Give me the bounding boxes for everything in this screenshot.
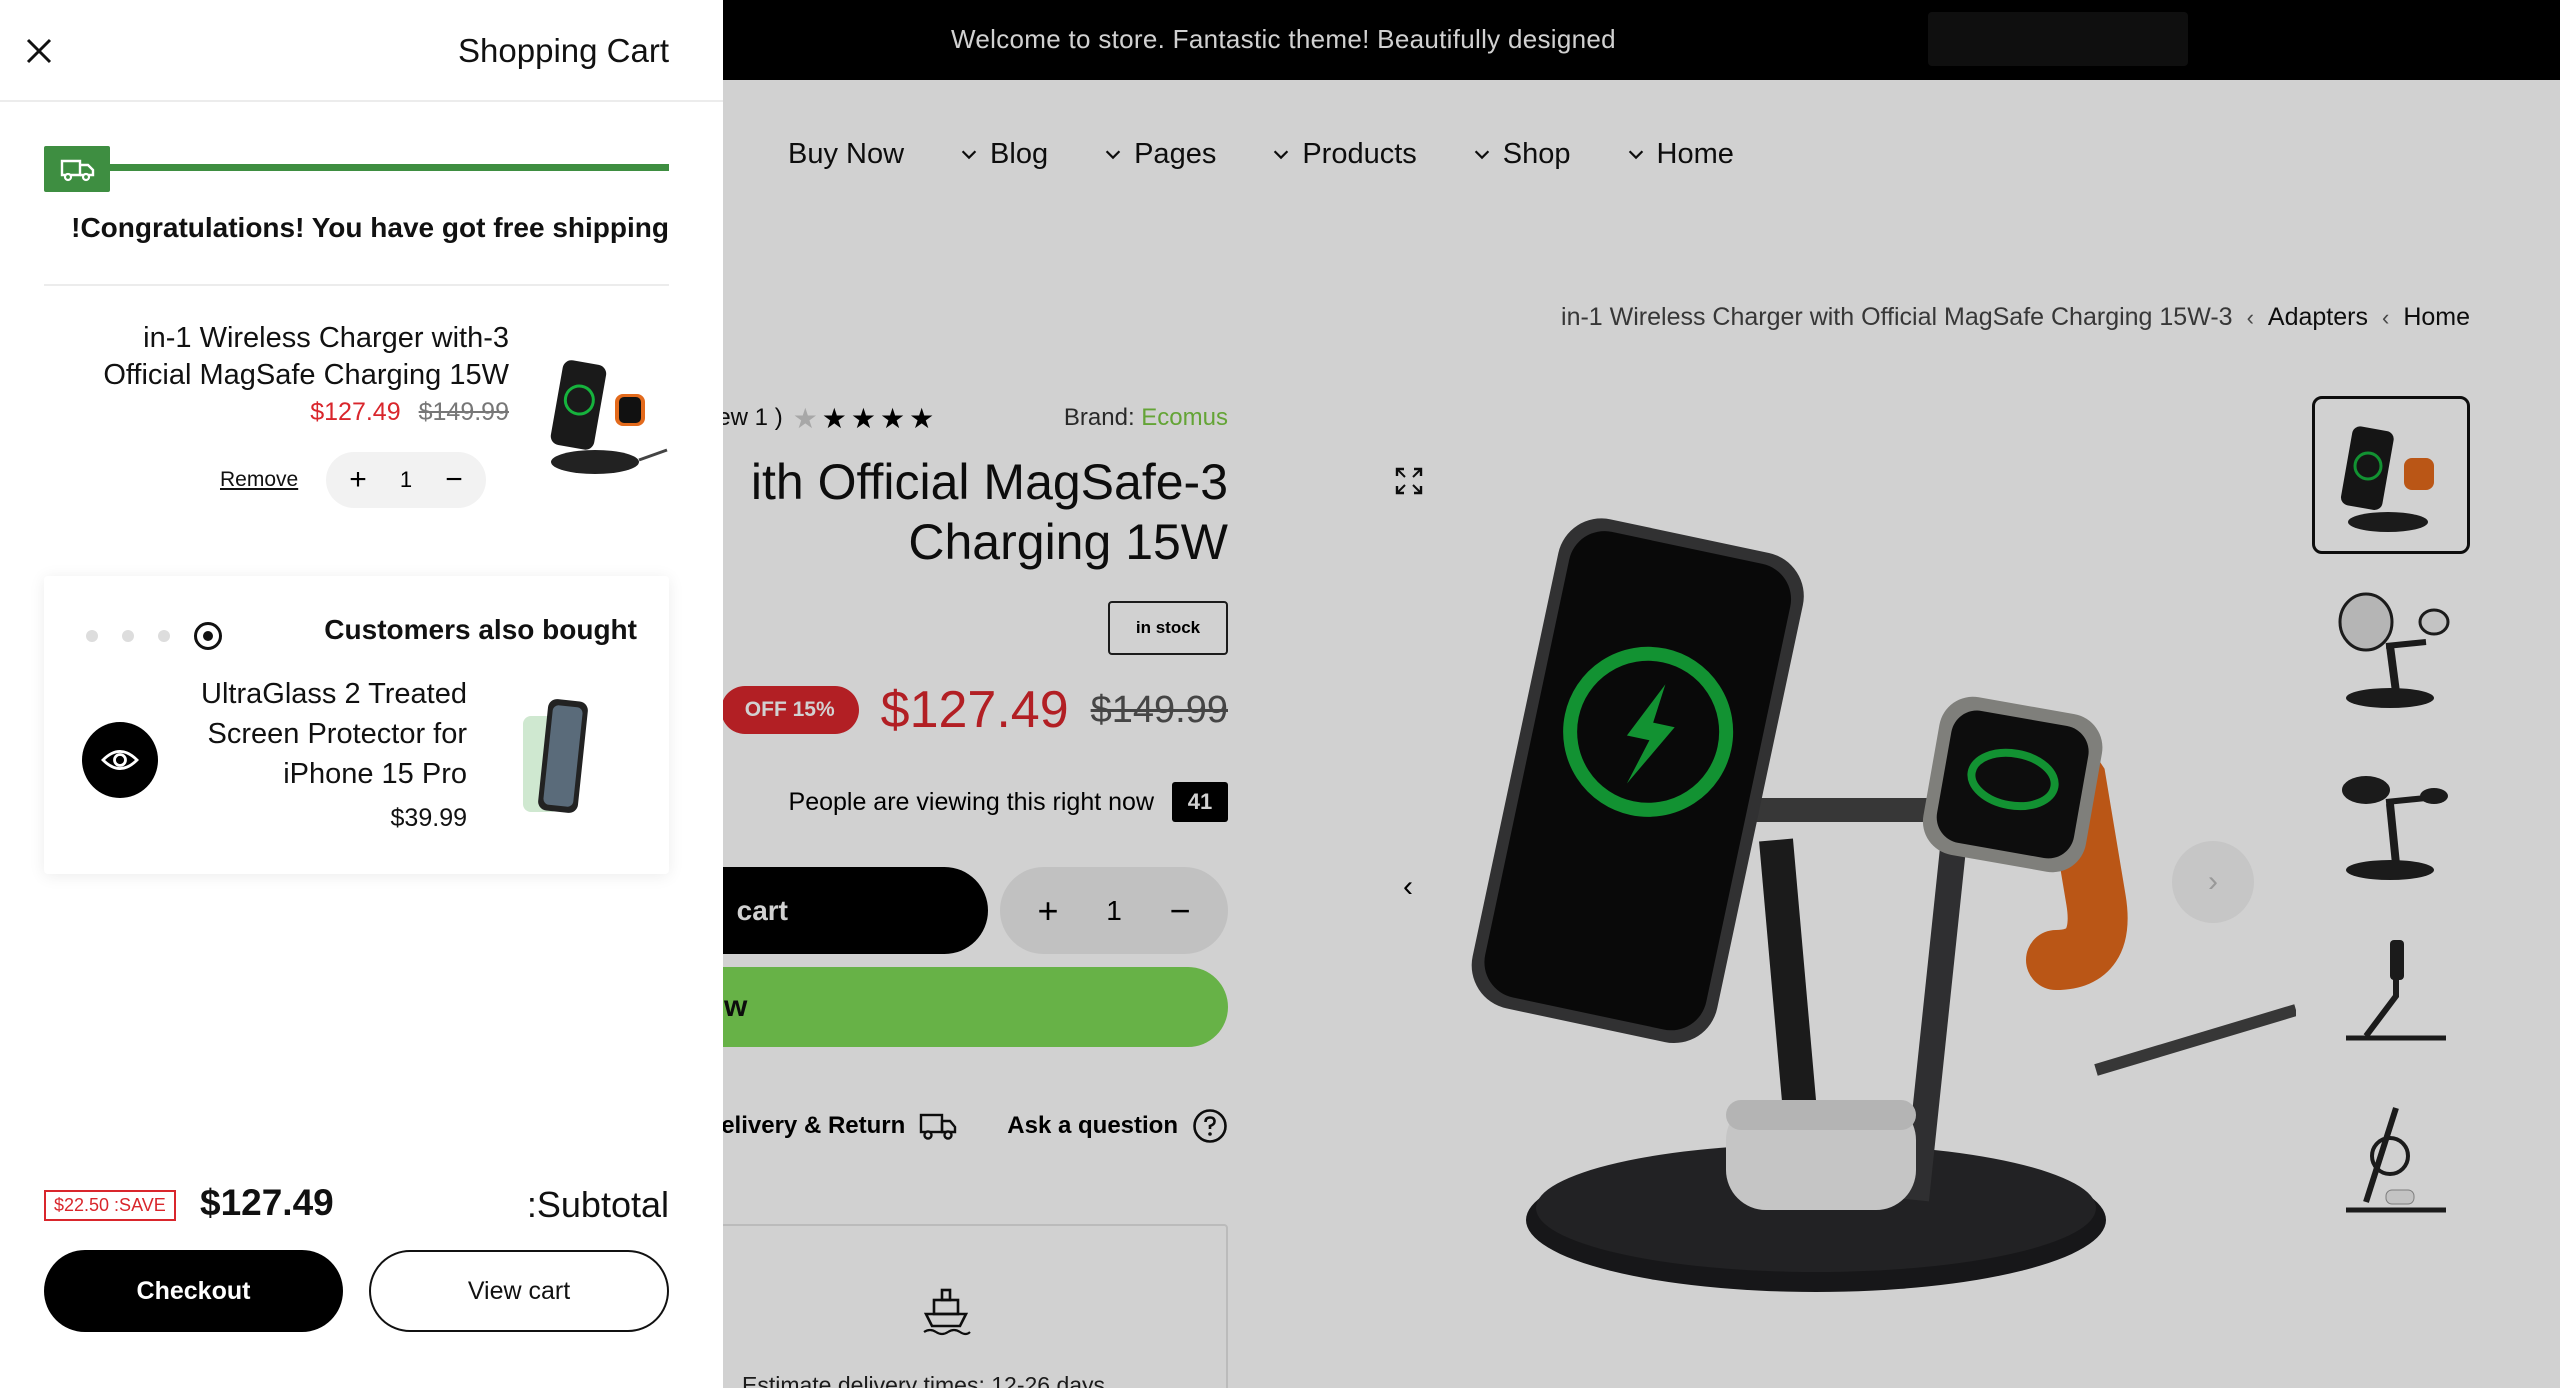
carousel-dot[interactable] (122, 630, 134, 642)
cart-title: Shopping Cart (458, 32, 669, 69)
cart-item-price-row: $127.49 $149.99 (310, 398, 509, 427)
also-bought-panel: Customers also bought UltraGlass 2 Treat… (44, 576, 669, 874)
shipping-progress-bar (108, 164, 669, 171)
cart-item-quantity[interactable]: 1 (400, 467, 412, 493)
also-bought-product-price: $39.99 (390, 804, 467, 832)
cart-item-price: $127.49 (310, 398, 401, 426)
cart-item: in-1 Wireless Charger with-3 Official Ma… (44, 310, 669, 510)
subtotal-label: :Subtotal (526, 1184, 669, 1225)
subtotal-row: $22.50 :SAVE $127.49 :Subtotal (44, 1180, 669, 1230)
cart-item-name[interactable]: in-1 Wireless Charger with-3 Official Ma… (69, 320, 509, 394)
checkout-label: Checkout (136, 1276, 251, 1305)
cart-item-old-price: $149.99 (418, 398, 509, 426)
free-shipping-message: !Congratulations! You have got free ship… (71, 212, 669, 243)
carousel-dot-active[interactable] (194, 622, 222, 650)
cart-item-image[interactable] (529, 342, 669, 482)
view-cart-button[interactable]: View cart (369, 1250, 669, 1332)
remove-item-link[interactable]: Remove (220, 468, 298, 492)
close-icon[interactable] (22, 34, 56, 68)
checkout-button[interactable]: Checkout (44, 1250, 343, 1332)
cart-item-quantity-stepper: + 1 − (326, 452, 486, 508)
also-bought-title: Customers also bought (324, 614, 637, 645)
view-cart-label: View cart (467, 1276, 571, 1305)
carousel-dots (86, 622, 222, 650)
cart-drawer: Shopping Cart !Congratulations! You have… (0, 0, 723, 1388)
shipping-truck-badge (44, 146, 110, 192)
cart-header: Shopping Cart (0, 0, 723, 102)
divider (44, 284, 669, 286)
truck-icon (60, 159, 95, 182)
subtotal-amount: $127.49 (200, 1182, 334, 1223)
carousel-dot[interactable] (158, 630, 170, 642)
eye-icon (101, 750, 139, 770)
free-shipping-progress (44, 142, 669, 192)
increase-button[interactable]: + (344, 463, 372, 497)
also-bought-product-name[interactable]: UltraGlass 2 Treated Screen Protector fo… (177, 674, 467, 794)
decrease-button[interactable]: − (440, 463, 468, 497)
carousel-dot[interactable] (86, 630, 98, 642)
also-bought-product-image[interactable] (517, 694, 593, 822)
quick-view-button[interactable] (82, 722, 158, 798)
save-badge: $22.50 :SAVE (44, 1190, 176, 1221)
